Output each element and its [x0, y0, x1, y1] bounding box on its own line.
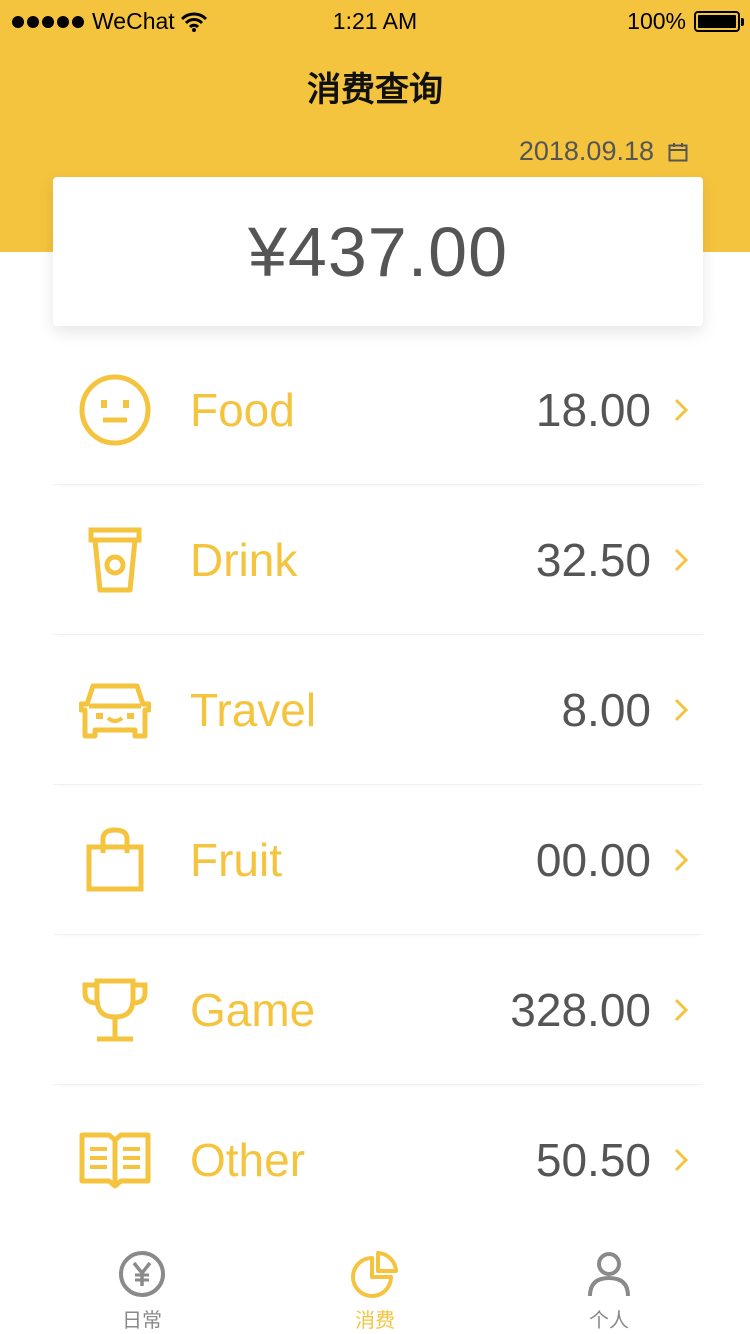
- shopping-bag-icon: [77, 822, 153, 898]
- battery-icon: [694, 11, 744, 32]
- tab-bar: 日常 消费 个人: [0, 1238, 750, 1334]
- category-row-fruit[interactable]: Fruit 00.00: [53, 785, 703, 935]
- chevron-right-icon: [674, 698, 689, 722]
- page-title: 消费查询: [307, 70, 443, 110]
- date-label: 2018.09.18: [518, 136, 654, 166]
- yen-coin-icon: [119, 1251, 165, 1297]
- category-amount: 8.00: [561, 684, 651, 736]
- neutral-face-icon: [77, 372, 153, 448]
- category-amount: 18.00: [535, 384, 651, 436]
- category-name: Other: [190, 1134, 306, 1186]
- chevron-right-icon: [674, 848, 689, 872]
- tab-label: 日常: [122, 1308, 162, 1332]
- battery-percent: 100%: [627, 8, 686, 34]
- calendar-icon[interactable]: [668, 142, 688, 162]
- tab-daily[interactable]: 日常: [72, 1250, 212, 1334]
- category-row-food[interactable]: Food 18.00: [53, 335, 703, 485]
- category-name: Drink: [190, 534, 298, 586]
- tab-label: 个人: [589, 1308, 629, 1332]
- tab-personal[interactable]: 个人: [539, 1250, 679, 1334]
- category-amount: 328.00: [510, 984, 651, 1036]
- category-row-drink[interactable]: Drink 32.50: [53, 485, 703, 635]
- category-name: Fruit: [190, 834, 282, 886]
- chevron-right-icon: [674, 548, 689, 572]
- category-row-game[interactable]: Game 328.00: [53, 935, 703, 1085]
- trophy-icon: [77, 972, 153, 1048]
- drink-cup-icon: [77, 522, 153, 598]
- total-amount: ¥437.00: [247, 212, 509, 291]
- pie-chart-icon: [351, 1251, 398, 1298]
- total-card: ¥437.00: [53, 177, 703, 326]
- category-row-other[interactable]: Other 50.50: [53, 1085, 703, 1235]
- date-picker[interactable]: 2018.09.18: [519, 136, 688, 167]
- chevron-right-icon: [674, 1148, 689, 1172]
- category-name: Travel: [190, 684, 317, 736]
- category-amount: 50.50: [535, 1134, 651, 1186]
- tab-consume[interactable]: 消费: [305, 1250, 445, 1334]
- tab-label: 消费: [355, 1308, 395, 1332]
- open-book-icon: [77, 1122, 153, 1198]
- chevron-right-icon: [674, 998, 689, 1022]
- category-name: Game: [190, 984, 316, 1036]
- status-right: 100%: [627, 8, 744, 35]
- category-list: Food 18.00 Drink 32.50 Travel 8.00 Fruit…: [53, 335, 703, 1235]
- car-icon: [77, 672, 153, 748]
- category-amount: 00.00: [535, 834, 651, 886]
- category-row-travel[interactable]: Travel 8.00: [53, 635, 703, 785]
- chevron-right-icon: [674, 398, 689, 422]
- status-bar: WeChat 1:21 AM 100%: [0, 0, 750, 40]
- person-icon: [588, 1252, 630, 1297]
- category-amount: 32.50: [535, 534, 651, 586]
- category-name: Food: [190, 384, 295, 436]
